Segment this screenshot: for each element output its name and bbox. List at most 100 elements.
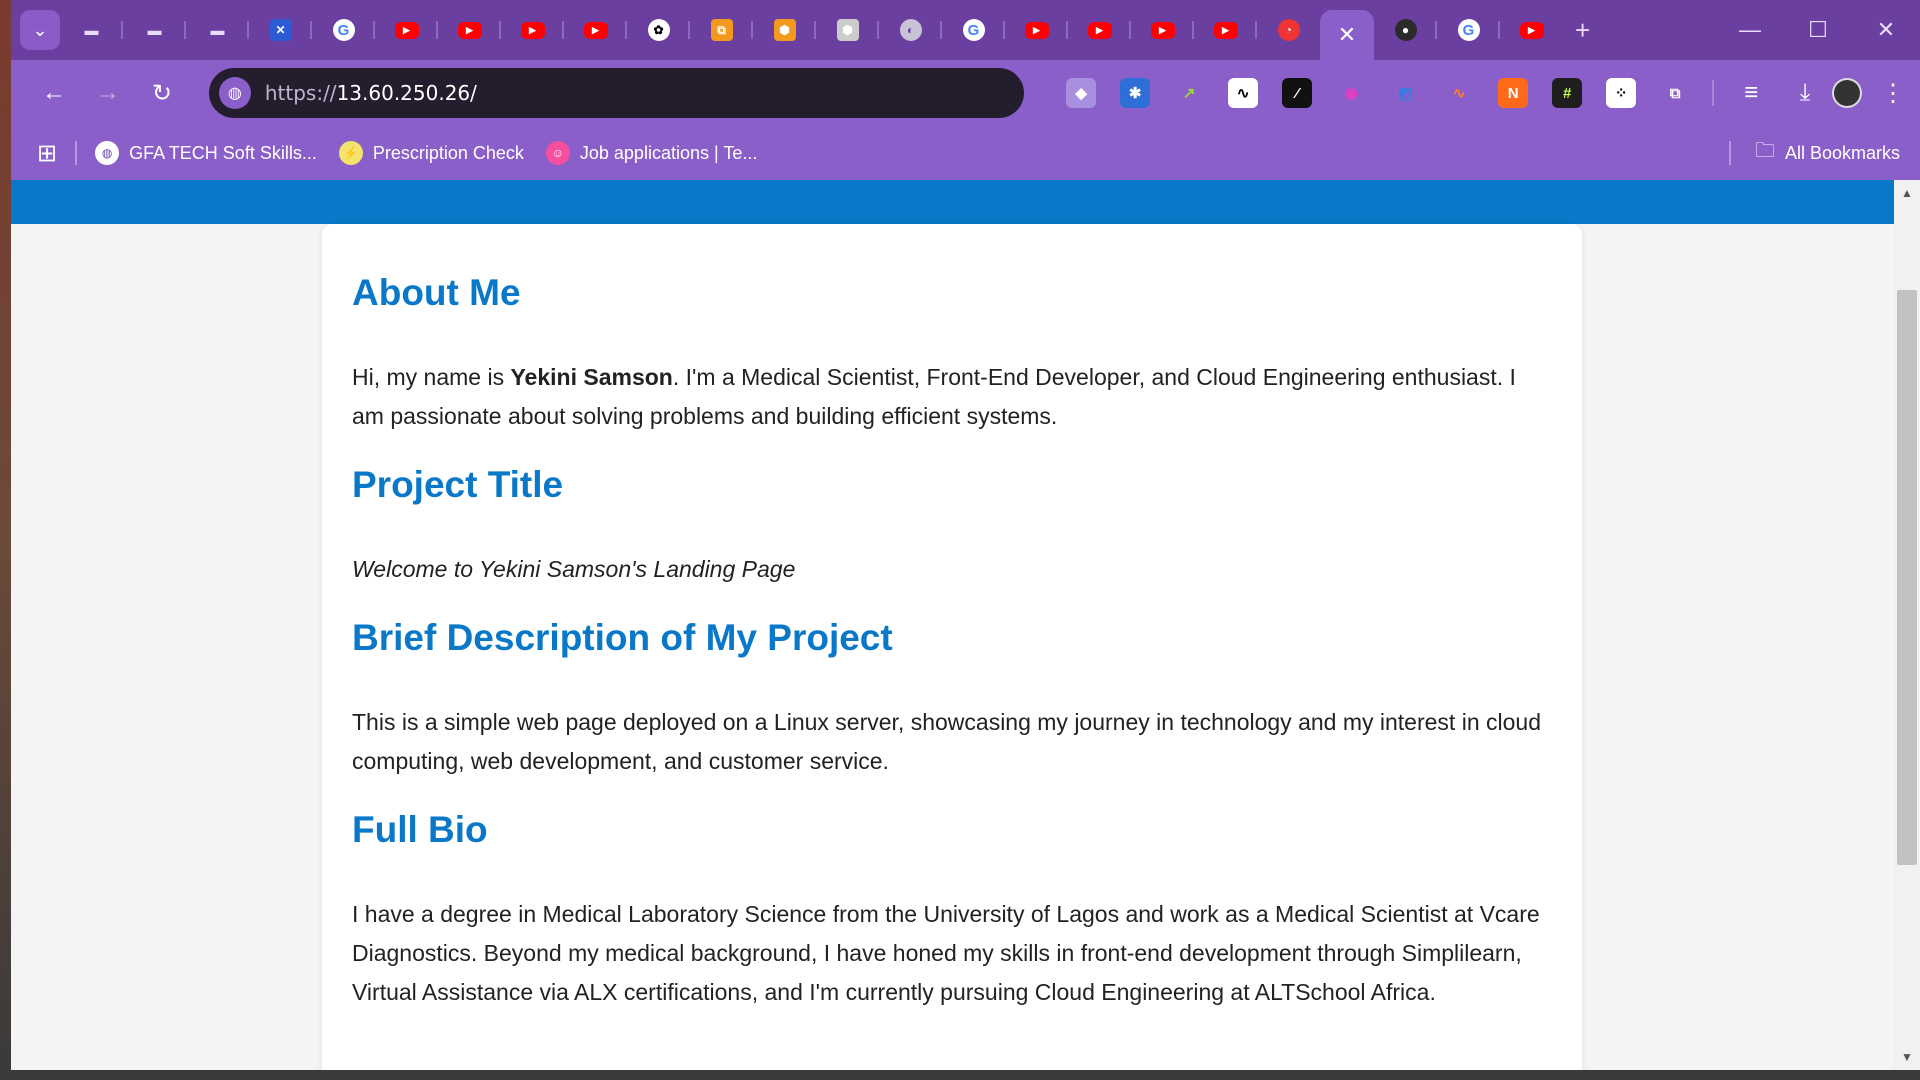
bio-paragraph: I have a degree in Medical Laboratory Sc… [352,901,1540,1005]
blue-shape-ext-icon[interactable]: ◩ [1390,78,1421,108]
tab[interactable]: G [942,8,1005,52]
google-icon: G [1457,19,1480,41]
tab[interactable]: ▶ [1068,8,1131,52]
tab-strip: ⌄ ▬ ▬ ▬ ✕ G ▶ ▶ ▶ ▶ ✿ ⧉ ⬢ ⬢ ◐ G ▶ ▶ ▶ ▶ … [11,0,1920,60]
blue-app-icon: ✕ [269,19,292,41]
site-info-icon[interactable]: ◍ [218,77,251,109]
black-slash-ext-icon[interactable]: ⁄ [1282,78,1313,108]
bookmark-label: Job applications | Te... [579,142,758,163]
pink-ext-icon[interactable]: ◉ [1336,78,1367,108]
google-icon: G [962,19,985,41]
tab-search-button[interactable]: ⌄ [20,10,60,50]
media-control-icon[interactable]: ≡ [1724,79,1778,107]
bookmark-label: Prescription Check [372,142,524,163]
blue-star-ext-icon[interactable]: ✱ [1120,78,1151,108]
tab[interactable]: ◔ [1257,8,1320,52]
bookmark-label: GFA TECH Soft Skills... [129,142,317,163]
tab[interactable]: ▶ [375,8,438,52]
profile-avatar[interactable] [1832,78,1863,108]
reload-icon[interactable]: ↻ [135,79,189,108]
wave-ext-icon[interactable]: ∿ [1228,78,1259,108]
menu-icon[interactable]: ⋮ [1866,79,1920,108]
address-bar[interactable]: ◍ https://13.60.250.26/ [208,68,1025,118]
orange-wave-ext-icon[interactable]: ∿ [1444,78,1475,108]
hash-ext-icon[interactable]: # [1552,78,1583,108]
tab[interactable]: ▶ [1194,8,1257,52]
tab[interactable]: ⧉ [690,8,753,52]
bookmark-item[interactable]: ☺ Job applications | Te... [545,141,758,165]
page-viewport: About Me Hi, my name is Yekini Samson. I… [11,180,1920,1070]
maximize-icon[interactable]: ☐ [1784,17,1852,43]
description-paragraph: This is a simple web page deployed on a … [352,709,1541,774]
back-arrow-icon[interactable]: ← [27,79,81,107]
orange-app-icon: ⧉ [710,19,733,41]
close-window-icon[interactable]: ✕ [1852,17,1920,43]
tab[interactable]: ▬ [186,8,249,52]
tab[interactable]: ▶ [1131,8,1194,52]
download-icon[interactable]: ⤓ [1778,79,1832,107]
active-tab[interactable]: ✕ [1320,10,1374,60]
scroll-up-arrow-icon[interactable]: ▲ [1894,186,1920,200]
forward-arrow-icon[interactable]: → [81,79,135,107]
youtube-icon: ▶ [457,21,482,39]
tab[interactable]: ▶ [438,8,501,52]
bookmark-item[interactable]: ◍ GFA TECH Soft Skills... [95,141,317,165]
folder-icon: 🗀 [1754,140,1775,162]
section-heading-about: About Me [352,272,521,313]
tab[interactable]: ▶ [1500,8,1563,52]
tab[interactable]: ▶ [501,8,564,52]
close-icon[interactable]: ✕ [1338,22,1356,48]
bookmark-item[interactable]: ⚡ Prescription Check [338,141,524,165]
tab[interactable]: G [1437,8,1500,52]
minimize-icon[interactable]: — [1716,17,1784,43]
orange-cube-icon: ⬢ [773,19,796,41]
youtube-icon: ▶ [394,21,419,39]
globe-icon: ◍ [95,141,120,165]
puzzle-icon[interactable]: ⧉ [1660,78,1691,108]
section-heading-description: Brief Description of My Project [352,617,893,658]
tab[interactable]: ● [1374,8,1437,52]
google-icon: G [332,19,355,41]
chevron-down-icon: ⌄ [32,19,48,40]
browser-window: ⌄ ▬ ▬ ▬ ✕ G ▶ ▶ ▶ ▶ ✿ ⧉ ⬢ ⬢ ◐ G ▶ ▶ ▶ ▶ … [11,0,1920,1070]
scroll-thumb[interactable] [1897,290,1917,865]
youtube-icon: ▶ [1519,21,1544,39]
folder-icon: ▬ [210,22,225,38]
page-header-band [11,180,1894,224]
tab[interactable]: ✕ [249,8,312,52]
tab[interactable]: G [312,8,375,52]
scroll-down-arrow-icon[interactable]: ▼ [1894,1050,1920,1064]
window-controls: — ☐ ✕ [1716,0,1920,60]
vertical-scrollbar[interactable]: ▲ ▼ [1894,180,1920,1070]
tab[interactable]: ▬ [60,8,123,52]
tab[interactable]: ▬ [123,8,186,52]
github-icon: ● [1394,19,1417,41]
green-chart-ext-icon[interactable]: ↗ [1174,78,1205,108]
all-bookmarks-button[interactable]: 🗀 All Bookmarks [1711,136,1900,170]
tab[interactable]: ◐ [879,8,942,52]
tab[interactable]: ⬢ [816,8,879,52]
tab[interactable]: ▶ [564,8,627,52]
content-card: About Me Hi, my name is Yekini Samson. I… [322,224,1582,1070]
apps-grid-icon[interactable]: ⊞ [37,139,57,168]
tab[interactable]: ▶ [1005,8,1068,52]
gray-hexagon-icon: ⬢ [836,19,859,41]
section-heading-project-title: Project Title [352,464,564,505]
project-title-text: Welcome to Yekini Samson's Landing Page [352,556,796,582]
dots-ext-icon[interactable]: ⁘ [1606,78,1637,108]
globe-icon: ◐ [899,19,922,41]
url-text[interactable]: https://13.60.250.26/ [265,81,477,105]
chatgpt-icon: ✿ [647,19,670,41]
bookmarks-divider [1728,141,1731,165]
purple-ext-icon[interactable]: ◆ [1066,78,1097,108]
toolbar-divider [1712,80,1715,106]
youtube-icon: ▶ [1213,21,1238,39]
orange-n-ext-icon[interactable]: N [1498,78,1529,108]
new-tab-button[interactable]: + [1575,15,1590,46]
folder-icon: ▬ [147,22,162,38]
folder-icon: ▬ [84,22,99,38]
tab[interactable]: ✿ [627,8,690,52]
youtube-icon: ▶ [1150,21,1175,39]
tab[interactable]: ⬢ [753,8,816,52]
bookmarks-bar: ⊞ ◍ GFA TECH Soft Skills... ⚡ Prescription … [11,126,1920,180]
